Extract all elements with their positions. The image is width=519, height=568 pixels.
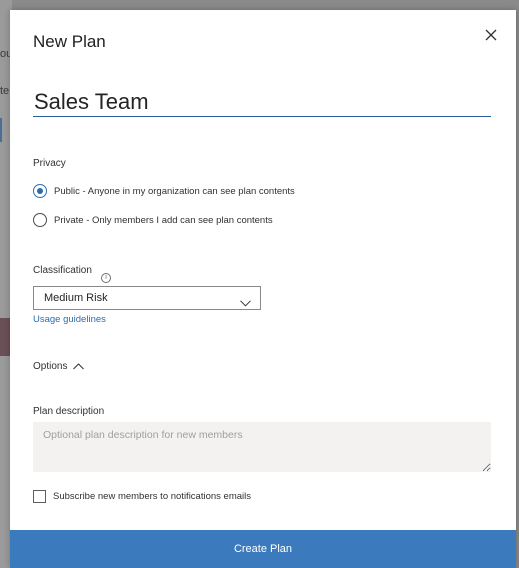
classification-value: Medium Risk (44, 292, 108, 304)
plan-name-input[interactable] (33, 88, 491, 117)
privacy-public-label: Public - Anyone in my organization can s… (54, 185, 295, 197)
subscribe-checkbox[interactable] (33, 490, 46, 503)
privacy-private-option[interactable]: Private - Only members I add can see pla… (33, 213, 273, 227)
subscribe-label: Subscribe new members to notifications e… (53, 491, 252, 502)
info-icon[interactable]: i (101, 273, 111, 283)
privacy-private-label: Private - Only members I add can see pla… (54, 214, 273, 226)
options-label: Options (33, 360, 68, 372)
plan-description-field[interactable] (33, 422, 491, 472)
options-toggle[interactable]: Options (33, 357, 85, 375)
dialog-title: New Plan (33, 32, 106, 51)
privacy-label: Privacy (33, 158, 66, 169)
background-image (0, 318, 10, 356)
chevron-up-icon (73, 357, 85, 375)
privacy-public-option[interactable]: Public - Anyone in my organization can s… (33, 184, 295, 198)
classification-dropdown[interactable]: Medium Risk (33, 286, 261, 310)
radio-public[interactable] (33, 184, 47, 198)
close-icon[interactable] (483, 27, 499, 43)
plan-description-label: Plan description (33, 406, 105, 417)
subscribe-option[interactable]: Subscribe new members to notifications e… (33, 490, 251, 503)
usage-guidelines-link[interactable]: Usage guidelines (33, 314, 106, 325)
create-plan-button[interactable]: Create Plan (10, 530, 516, 568)
background-text: te (0, 85, 10, 97)
background-element (0, 118, 2, 142)
chevron-down-icon (240, 294, 251, 312)
classification-label: Classification (33, 265, 92, 276)
radio-private[interactable] (33, 213, 47, 227)
new-plan-dialog: New Plan Privacy Public - Anyone in my o… (10, 10, 516, 568)
